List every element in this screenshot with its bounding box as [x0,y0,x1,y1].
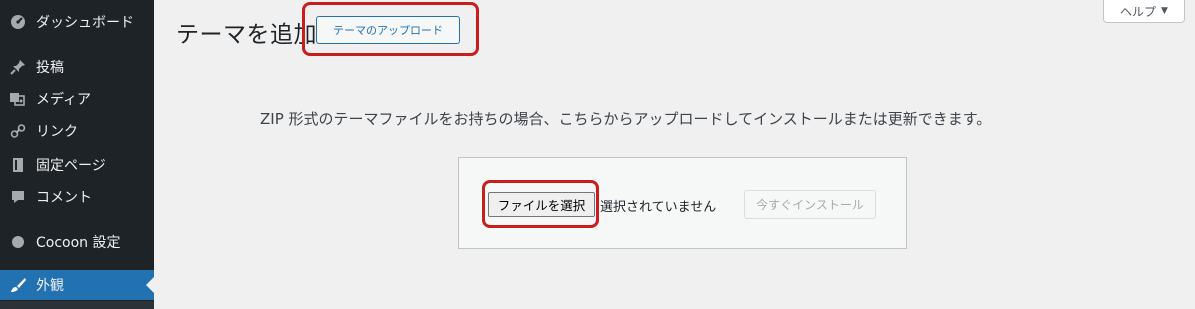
sidebar-item-cocoon-settings[interactable]: Cocoon 設定 [0,227,154,257]
sidebar-item-label: コメント [36,190,92,206]
upload-theme-button[interactable]: テーマのアップロード [316,16,460,44]
sidebar-submenu-edge [0,301,154,309]
admin-sidebar: ダッシュボード 投稿 メディア リンク 固定ページ コメント Cocoon 設定… [0,0,154,309]
sidebar-item-links[interactable]: リンク [0,116,154,146]
sidebar-item-comments[interactable]: コメント [0,182,154,212]
pin-icon [8,57,28,77]
sidebar-item-label: 投稿 [36,60,64,76]
page-title: テーマを追加 [176,22,317,48]
sidebar-item-label: Cocoon 設定 [36,235,121,251]
sidebar-item-label: 外観 [36,278,64,294]
media-icon [8,89,28,109]
choose-file-button[interactable]: ファイルを選択 [488,192,595,217]
caret-down-icon: ▼ [1161,6,1168,16]
help-tab-button[interactable]: ヘルプ ▼ [1103,0,1185,23]
sidebar-item-media[interactable]: メディア [0,84,154,114]
sidebar-item-label: 固定ページ [36,158,106,174]
wp-admin-screen: ダッシュボード 投稿 メディア リンク 固定ページ コメント Cocoon 設定… [0,0,1195,309]
sidebar-item-posts[interactable]: 投稿 [0,52,154,82]
sidebar-item-label: メディア [36,92,92,108]
sidebar-item-appearance[interactable]: 外観 [0,270,154,300]
upload-description: ZIP 形式のテーマファイルをお持ちの場合、こちらからアップロードしてインストー… [260,110,992,128]
link-icon [8,121,28,141]
sidebar-item-label: リンク [36,124,78,140]
comment-icon [8,187,28,207]
page-icon [8,155,28,175]
sidebar-item-pages[interactable]: 固定ページ [0,150,154,180]
dashboard-icon [8,12,28,32]
brush-icon [8,275,28,295]
install-now-button[interactable]: 今すぐインストール [744,190,876,219]
no-file-selected-text: 選択されていません [600,200,717,215]
sidebar-item-dashboard[interactable]: ダッシュボード [0,7,154,37]
circle-icon [8,232,28,252]
sidebar-item-label: ダッシュボード [36,15,134,31]
help-label: ヘルプ [1120,4,1157,19]
